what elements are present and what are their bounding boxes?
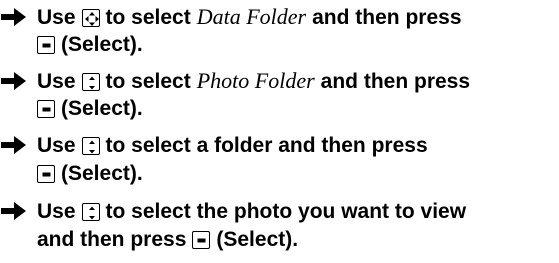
menu-item-name: Data Folder	[196, 4, 307, 29]
step-text: Use	[37, 134, 76, 157]
arrow-right-icon	[1, 7, 27, 27]
arrow-right-icon	[1, 201, 27, 221]
step-1-line-2: (Select).	[37, 32, 143, 58]
dpad-updown-icon	[81, 73, 100, 91]
step-text: (Select).	[61, 33, 143, 56]
step-2-line-2: (Select).	[37, 96, 143, 122]
step-text: to select the photo you want to view	[105, 200, 467, 223]
select-button-icon	[37, 100, 55, 118]
menu-item-name: Photo Folder	[196, 68, 315, 93]
step-text: and then press	[312, 6, 462, 29]
step-text: Use	[37, 200, 76, 223]
dpad-updown-icon	[81, 203, 100, 221]
step-text: to select	[105, 70, 191, 93]
dpad-4way-icon	[81, 9, 100, 27]
step-3-line-2: (Select).	[37, 161, 143, 187]
step-text: (Select).	[216, 228, 299, 251]
step-4-line-2: and then press (Select).	[37, 227, 298, 253]
arrow-right-icon	[1, 71, 27, 91]
dpad-updown-icon	[81, 137, 100, 155]
step-text: and then press	[37, 228, 187, 251]
step-text: to select a folder and then press	[105, 134, 428, 157]
step-text: and then press	[320, 70, 471, 93]
select-button-icon	[37, 36, 55, 54]
step-1-line-1: Use to select Data Folder and then press	[1, 4, 462, 30]
step-text: to select	[105, 6, 191, 29]
step-text: Use	[37, 6, 76, 29]
step-text: Use	[37, 70, 76, 93]
arrow-right-icon	[1, 135, 27, 155]
step-4-line-1: Use to select the photo you want to view	[1, 199, 466, 225]
step-text: (Select).	[61, 97, 143, 120]
select-button-icon	[37, 165, 55, 183]
step-3-line-1: Use to select a folder and then press	[1, 133, 428, 159]
instruction-steps: Use to select Data Folder and then press (…	[0, 0, 559, 263]
step-2-line-1: Use to select Photo Folder and then press	[1, 68, 470, 94]
select-button-icon	[192, 231, 211, 249]
step-text: (Select).	[61, 162, 143, 185]
